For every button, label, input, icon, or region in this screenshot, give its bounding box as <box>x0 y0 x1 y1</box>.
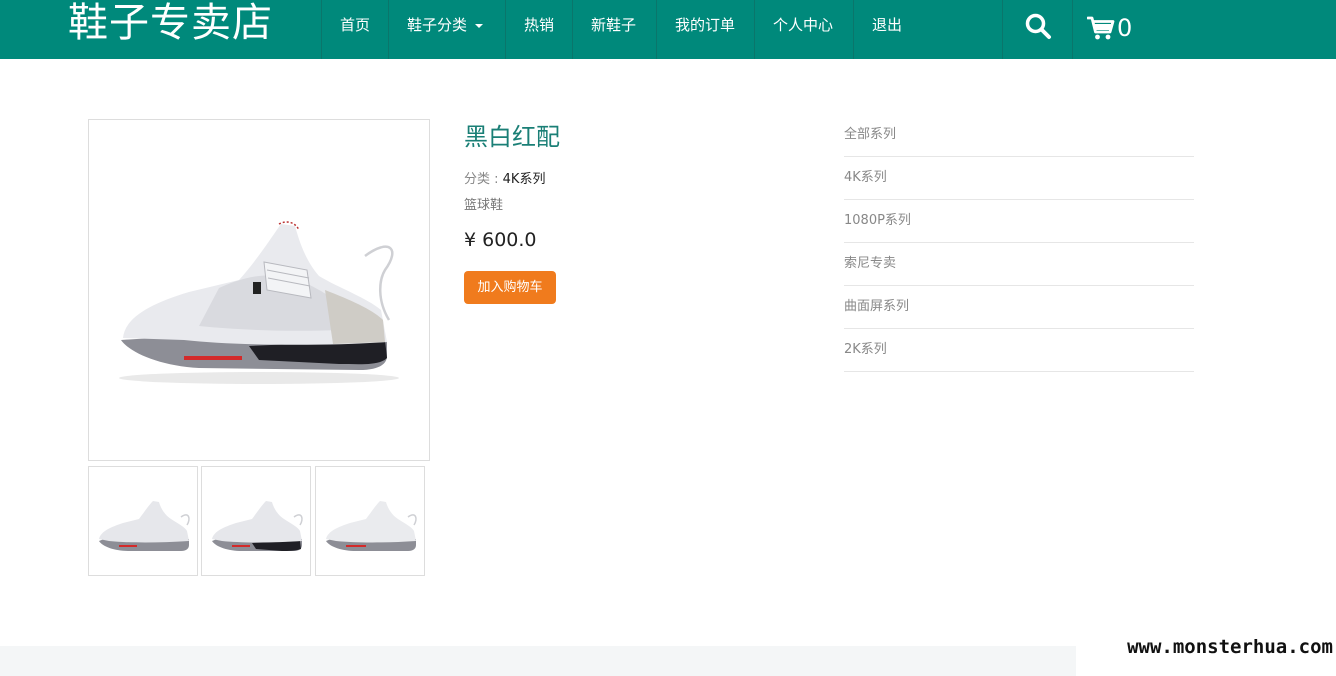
nav-shoe-category-label: 鞋子分类 <box>407 16 468 34</box>
nav-divider <box>853 0 854 59</box>
product-thumbnail[interactable] <box>201 466 311 576</box>
nav-divider <box>1002 0 1003 59</box>
shoe-thumbnail-image <box>99 501 190 551</box>
nav-home[interactable]: 首页 <box>340 0 370 50</box>
shoe-thumbnail-image <box>326 501 417 551</box>
product-category: 分类 : 4K系列 <box>464 168 545 187</box>
cart-button[interactable]: 0 <box>1087 8 1132 48</box>
product-main-image[interactable] <box>88 119 430 461</box>
nav-my-orders[interactable]: 我的订单 <box>675 0 735 50</box>
sidebar-item-1080p[interactable]: 1080P系列 <box>844 200 1194 243</box>
add-to-cart-button[interactable]: 加入购物车 <box>464 271 556 304</box>
nav-divider <box>505 0 506 59</box>
watermark-text: www.monsterhua.com <box>1076 626 1336 676</box>
category-sidebar: 全部系列 4K系列 1080P系列 索尼专卖 曲面屏系列 2K系列 <box>844 114 1194 372</box>
nav-divider <box>388 0 389 59</box>
product-category-value[interactable]: 4K系列 <box>503 172 546 187</box>
sidebar-item-all[interactable]: 全部系列 <box>844 114 1194 157</box>
nav-shoe-category-dropdown[interactable]: 鞋子分类 <box>407 0 484 50</box>
search-icon[interactable] <box>1024 12 1052 40</box>
product-category-label: 分类 : <box>464 172 503 187</box>
nav-divider <box>754 0 755 59</box>
product-price: ¥ 600.0 <box>464 229 537 251</box>
nav-divider <box>572 0 573 59</box>
cart-icon <box>1087 16 1115 40</box>
nav-logout[interactable]: 退出 <box>872 0 902 50</box>
nav-divider <box>656 0 657 59</box>
product-thumbnail[interactable] <box>315 466 425 576</box>
sidebar-item-sony[interactable]: 索尼专卖 <box>844 243 1194 286</box>
sidebar-item-4k[interactable]: 4K系列 <box>844 157 1194 200</box>
caret-down-icon <box>475 23 484 28</box>
shoe-image <box>119 221 399 384</box>
cart-count: 0 <box>1117 14 1133 42</box>
shoe-thumbnail-image <box>212 501 303 551</box>
site-brand[interactable]: 鞋子专卖店 <box>68 0 273 46</box>
top-navbar: 鞋子专卖店 首页 鞋子分类 热销 新鞋子 我的订单 个人中心 退出 0 <box>0 0 1336 59</box>
sidebar-item-2k[interactable]: 2K系列 <box>844 329 1194 372</box>
nav-hot-sales[interactable]: 热销 <box>524 0 554 50</box>
nav-divider <box>321 0 322 59</box>
product-subtitle: 篮球鞋 <box>464 198 504 213</box>
sidebar-item-curved[interactable]: 曲面屏系列 <box>844 286 1194 329</box>
nav-profile[interactable]: 个人中心 <box>773 0 833 50</box>
nav-divider <box>1072 0 1073 59</box>
product-thumbnail[interactable] <box>88 466 198 576</box>
nav-new-shoes[interactable]: 新鞋子 <box>591 0 636 50</box>
product-title: 黑白红配 <box>464 123 560 151</box>
